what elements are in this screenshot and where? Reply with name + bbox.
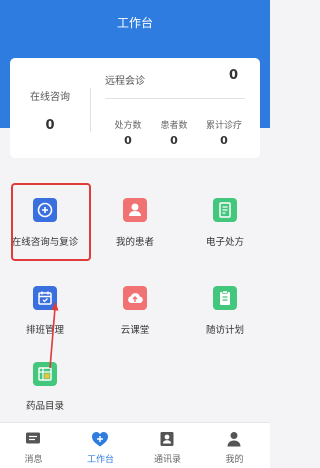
patient-count-value: 0 xyxy=(170,134,178,147)
online-consult-label: 在线咨询 xyxy=(30,92,70,103)
patient-count-stat: 患者数 0 xyxy=(150,118,198,147)
page-title: 工作台 xyxy=(116,16,153,30)
tile-label: 云课堂 xyxy=(120,325,150,336)
divider xyxy=(105,98,245,99)
tab-workbench[interactable]: 工作台 xyxy=(67,423,134,468)
online-consult-stat[interactable]: 在线咨询 0 xyxy=(10,58,90,158)
cloud-upload-icon xyxy=(123,286,147,310)
clipboard-icon xyxy=(213,286,237,310)
tile-follow-up-plan[interactable]: 随访计划 xyxy=(180,266,270,346)
tile-e-prescription[interactable]: 电子处方 xyxy=(180,178,270,258)
total-visits-stat: 累计诊疗 0 xyxy=(200,118,248,147)
message-icon xyxy=(24,431,42,447)
online-consult-value: 0 xyxy=(45,118,55,133)
tab-label: 消息 xyxy=(24,455,43,465)
annotation-highlight-box xyxy=(11,183,91,261)
tab-contacts[interactable]: 通讯录 xyxy=(134,423,201,468)
tile-my-patients[interactable]: 我的患者 xyxy=(90,178,180,258)
tab-label: 通讯录 xyxy=(153,455,181,465)
tab-label: 我的 xyxy=(225,455,244,465)
prescription-count-label: 处方数 xyxy=(114,121,142,131)
document-icon xyxy=(213,198,237,222)
tile-cloud-class[interactable]: 云课堂 xyxy=(90,266,180,346)
total-visits-value: 0 xyxy=(220,134,228,147)
tab-me[interactable]: 我的 xyxy=(201,423,268,468)
tile-label: 电子处方 xyxy=(205,237,244,248)
total-visits-label: 累计诊疗 xyxy=(205,121,242,131)
tile-label: 药品目录 xyxy=(25,401,64,412)
tile-label: 我的患者 xyxy=(115,237,154,248)
tile-label: 随访计划 xyxy=(205,325,244,336)
tile-label: 排班管理 xyxy=(25,325,64,336)
tab-label: 工作台 xyxy=(86,455,114,465)
tile-scheduling[interactable]: 排班管理 xyxy=(0,266,90,346)
person-icon xyxy=(123,198,147,222)
user-icon xyxy=(225,431,243,447)
prescription-count-value: 0 xyxy=(124,134,132,147)
contacts-icon xyxy=(158,431,176,447)
remote-consult-value: 0 xyxy=(228,68,238,83)
prescription-count-stat: 处方数 0 xyxy=(104,118,152,147)
tab-messages[interactable]: 消息 xyxy=(0,423,67,468)
drug-list-icon xyxy=(33,362,57,386)
divider xyxy=(90,88,91,132)
bottom-tab-bar: 消息 工作台 通讯录 我的 xyxy=(0,422,270,468)
patient-count-label: 患者数 xyxy=(160,121,188,131)
stats-card: 在线咨询 0 远程会诊 0 处方数 0 患者数 0 累计诊疗 0 xyxy=(10,58,260,158)
calendar-icon xyxy=(33,286,57,310)
remote-consult-label: 远程会诊 xyxy=(105,76,145,87)
tile-drug-catalog[interactable]: 药品目录 xyxy=(0,342,90,422)
workbench-icon xyxy=(91,431,109,447)
